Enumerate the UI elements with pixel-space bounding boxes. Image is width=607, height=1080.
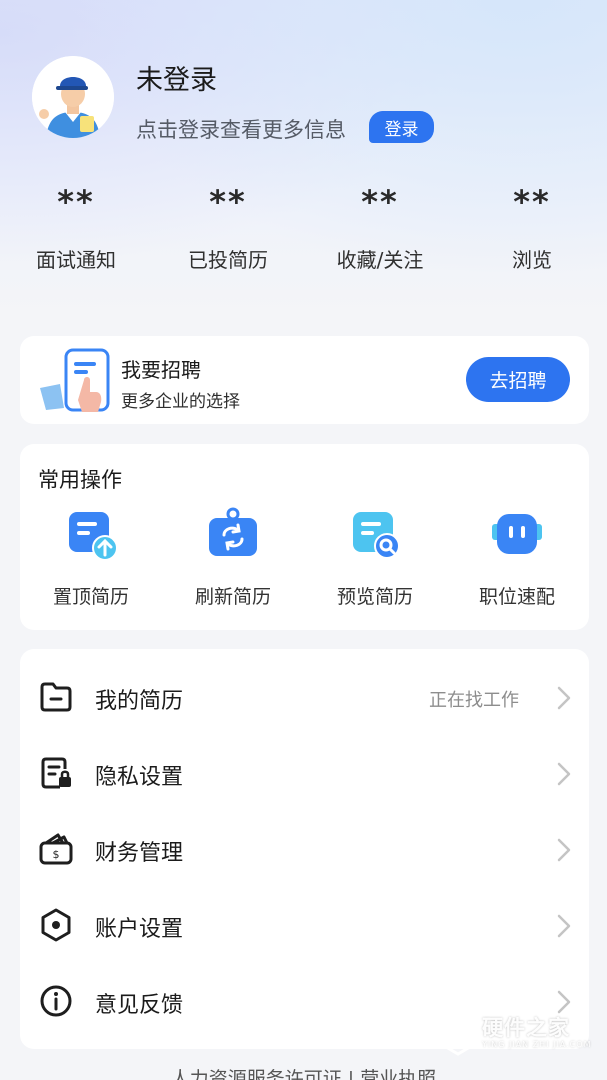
license-footer-link[interactable]: 人力资源服务许可证 | 营业执照	[0, 1064, 607, 1080]
menu-label: 账户设置	[95, 917, 184, 942]
stat-interview-notice[interactable]: ** 面试通知	[0, 180, 152, 273]
section-title: 常用操作	[38, 468, 122, 492]
login-button[interactable]: 登录	[369, 111, 434, 143]
job-match-icon	[492, 514, 542, 554]
svg-text:$: $	[53, 848, 60, 861]
chevron-right-icon	[557, 762, 571, 786]
menu-label: 财务管理	[95, 841, 184, 866]
stat-value: **	[513, 183, 551, 221]
menu-label: 隐私设置	[95, 765, 184, 790]
menu-item-account-settings[interactable]: 账户设置	[20, 887, 589, 963]
watermark-subtext: YING JIAN ZHI JIA.COM	[482, 1040, 592, 1049]
info-icon	[40, 985, 72, 1017]
watermark-text: 硬件之家	[482, 1016, 570, 1040]
recruit-banner[interactable]: 我要招聘 更多企业的选择 去招聘	[20, 336, 589, 424]
stat-favorites[interactable]: ** 收藏/关注	[304, 180, 456, 273]
avatar[interactable]	[32, 56, 114, 138]
chevron-right-icon	[557, 914, 571, 938]
stat-views[interactable]: ** 浏览	[456, 180, 607, 273]
stat-label: 浏览	[512, 248, 552, 272]
watermark-logo-icon	[439, 1012, 477, 1056]
preview-resume-icon	[353, 512, 400, 559]
hexagon-settings-icon	[41, 908, 71, 942]
privacy-lock-icon	[41, 757, 71, 789]
op-top-resume[interactable]: 置顶简历	[20, 506, 162, 609]
avatar-illustration	[32, 56, 114, 138]
chevron-right-icon	[557, 686, 571, 710]
chevron-right-icon	[557, 838, 571, 862]
header-background	[0, 0, 607, 330]
op-job-match[interactable]: 职位速配	[446, 506, 588, 609]
folder-icon	[40, 682, 72, 712]
recruit-title: 我要招聘	[121, 358, 201, 382]
menu-item-my-resume[interactable]: 我的简历 正在找工作	[20, 659, 589, 735]
op-label: 刷新简历	[194, 586, 271, 608]
op-label: 置顶简历	[52, 586, 129, 608]
stat-label: 已投简历	[188, 248, 268, 272]
user-name[interactable]: 未登录	[136, 58, 217, 97]
op-label: 职位速配	[478, 586, 555, 608]
recruit-phone-hand-icon	[40, 348, 110, 412]
stat-label: 面试通知	[36, 248, 116, 272]
stat-submitted-resumes[interactable]: ** 已投简历	[152, 180, 304, 273]
stat-value: **	[209, 183, 247, 221]
op-refresh-resume[interactable]: 刷新简历	[162, 506, 304, 609]
menu-item-privacy-settings[interactable]: 隐私设置	[20, 735, 589, 811]
stat-value: **	[361, 183, 399, 221]
login-tip[interactable]: 点击登录查看更多信息	[136, 114, 346, 144]
refresh-resume-icon	[209, 507, 257, 556]
watermark: 硬件之家 YING JIAN ZHI JIA.COM	[438, 1010, 598, 1058]
menu-list: 我的简历 正在找工作 隐私设置 $ 财务管理 账户设置 意见反馈	[20, 649, 589, 1049]
common-operations-card: 常用操作 置顶简历 刷新简历 预览简历 职位速配	[20, 444, 589, 630]
go-recruit-button[interactable]: 去招聘	[466, 357, 570, 402]
menu-item-finance-management[interactable]: $ 财务管理	[20, 811, 589, 887]
job-status-text: 正在找工作	[429, 690, 519, 711]
op-label: 预览简历	[336, 586, 413, 608]
stat-value: **	[57, 183, 95, 221]
op-preview-resume[interactable]: 预览简历	[304, 506, 446, 609]
menu-label: 意见反馈	[95, 993, 184, 1018]
recruit-subtitle: 更多企业的选择	[121, 392, 240, 412]
resume-top-icon	[69, 512, 118, 561]
wallet-icon: $	[39, 833, 73, 865]
menu-label: 我的简历	[95, 689, 184, 714]
stat-label: 收藏/关注	[336, 248, 424, 272]
